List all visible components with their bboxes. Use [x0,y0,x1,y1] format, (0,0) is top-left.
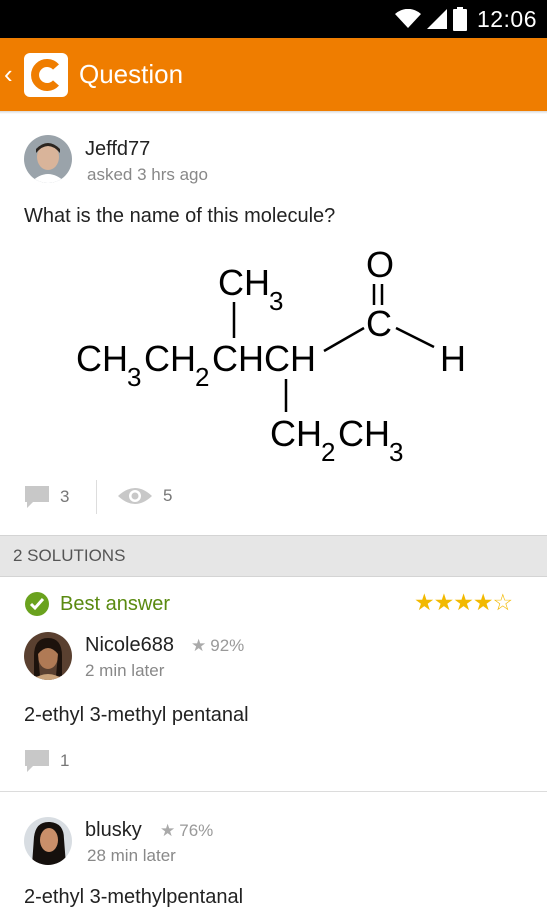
star-icon: ★ [191,636,207,655]
battery-icon [452,7,467,31]
star-icon: ★ [160,821,176,840]
best-answer-label: Best answer [60,592,171,615]
answer-divider [0,791,547,792]
status-bar: 12:06 [0,0,547,38]
comment-icon [25,750,49,772]
svg-text:3: 3 [269,286,283,316]
eye-icon [118,488,152,504]
view-count: 5 [163,486,173,505]
answer-comments[interactable]: 1 [24,748,69,774]
answer-text: 2-ethyl 3-methylpentanal [24,886,244,908]
back-icon[interactable]: ‹ [4,59,20,90]
star-empty-icon: ☆ [492,589,514,615]
answer-meta: 28 min later [87,846,176,865]
svg-text:2: 2 [195,362,209,392]
svg-text:2: 2 [321,437,335,467]
app-bar: ‹ Question [0,38,547,111]
app-logo[interactable] [24,52,68,97]
svg-text:CH: CH [270,413,322,454]
star-filled-icon: ★ [453,589,474,615]
answer-meta: 2 min later [85,661,165,680]
author-score: ★ 76% [160,821,213,841]
stats-divider [96,480,97,514]
svg-text:CH: CH [144,338,196,379]
avatar[interactable] [24,632,72,680]
signal-icon [426,9,447,29]
answer-author[interactable]: Nicole688 [85,634,174,657]
svg-text:CH: CH [338,413,390,454]
svg-text:C: C [366,303,392,344]
question-text: What is the name of this molecule? [24,205,336,227]
app-bar-shadow [0,111,547,114]
question-author[interactable]: Jeffd77 [85,138,150,161]
comment-count: 3 [60,487,70,506]
molecule-image: CH 3 CH 3 CH 2 CHCH O C H CH 2 CH 3 [76,244,466,467]
author-score: ★ 92% [191,636,244,656]
solutions-header: 2 SOLUTIONS [0,535,547,577]
question-meta: asked 3 hrs ago [87,165,208,184]
score-value: 92% [210,636,245,655]
avatar[interactable] [24,135,72,183]
svg-text:3: 3 [127,362,141,392]
best-answer-badge: Best answer [24,591,170,617]
comment-count: 1 [60,751,70,770]
page-title: Question [79,59,184,89]
avatar[interactable] [24,817,72,865]
star-filled-icon: ★ [433,589,455,615]
answer-author[interactable]: blusky [85,819,142,842]
wifi-icon [394,9,421,28]
clock: 12:06 [476,5,537,32]
question-comments[interactable]: 3 [24,484,69,510]
svg-text:CHCH: CHCH [212,338,316,379]
svg-text:CH: CH [76,338,128,379]
check-circle-icon [25,592,49,616]
answer-text: 2-ethyl 3-methyl pentanal [24,704,249,726]
svg-text:H: H [440,338,466,379]
star-filled-icon: ★ [414,589,435,615]
svg-text:CH: CH [218,262,270,303]
comment-icon [25,486,49,508]
score-value: 76% [179,821,214,840]
rating-stars[interactable]: ★★★★☆ [414,589,514,616]
question-views: 5 [117,484,172,508]
star-filled-icon: ★ [472,589,494,615]
svg-text:O: O [366,244,394,285]
svg-text:3: 3 [389,437,403,467]
